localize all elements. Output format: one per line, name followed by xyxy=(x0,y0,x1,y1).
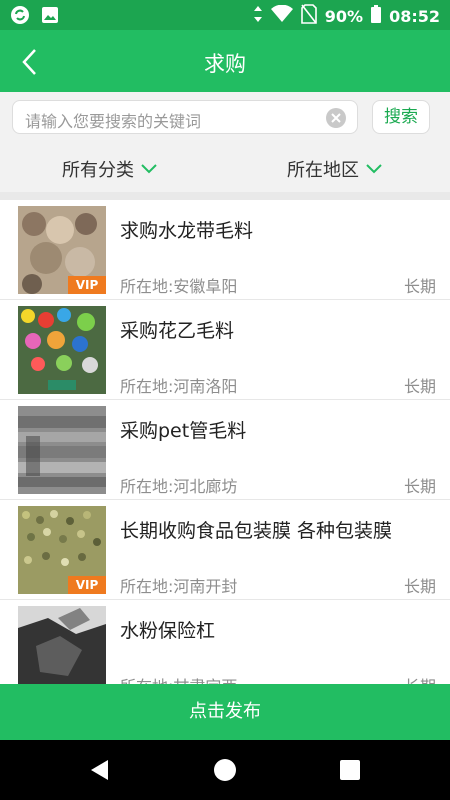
nav-back-icon[interactable] xyxy=(88,758,110,782)
search-bar: 请输入您要搜索的关键词 搜索 xyxy=(0,92,450,142)
sync-icon xyxy=(10,5,30,25)
vip-badge: VIP xyxy=(68,276,106,294)
page-title: 求购 xyxy=(204,52,246,76)
list-item[interactable]: VIP 长期收购食品包装膜 各种包装膜 所在地:河南开封 长期 xyxy=(0,500,450,600)
category-filter[interactable]: 所有分类 xyxy=(62,156,158,182)
list-item[interactable]: 采购pet管毛料 所在地:河北廊坊 长期 xyxy=(0,400,450,500)
wifi-icon xyxy=(270,4,293,27)
nav-home-icon[interactable] xyxy=(214,759,236,781)
app-header: 求购 xyxy=(0,30,450,92)
nav-recent-apps-icon[interactable] xyxy=(340,760,360,780)
no-sim-icon xyxy=(300,4,317,28)
list-item[interactable]: 水粉保险杠 所在地:甘肃定西 长期 xyxy=(0,600,450,684)
vip-badge: VIP xyxy=(68,576,106,594)
search-input[interactable]: 请输入您要搜索的关键词 xyxy=(12,100,358,134)
item-location: 所在地:河南开封 xyxy=(120,577,238,596)
filter-bar: 所有分类 所在地区 xyxy=(0,142,450,192)
item-thumbnail: VIP xyxy=(18,206,106,294)
item-title: 采购pet管毛料 xyxy=(120,420,247,442)
item-title: 水粉保险杠 xyxy=(120,620,216,642)
region-filter-label: 所在地区 xyxy=(287,160,359,181)
item-term: 长期 xyxy=(403,577,436,596)
list-item[interactable]: 采购花乙毛料 所在地:河南洛阳 长期 xyxy=(0,300,450,400)
item-term: 长期 xyxy=(403,377,436,396)
item-title: 采购花乙毛料 xyxy=(120,320,235,342)
request-list: VIP 求购水龙带毛料 所在地:安徽阜阳 长期 采购花乙毛料 所在地:河南洛阳 … xyxy=(0,200,450,684)
search-button[interactable]: 搜索 xyxy=(372,100,430,134)
item-title: 求购水龙带毛料 xyxy=(120,220,254,242)
system-nav-bar xyxy=(0,740,450,800)
item-term: 长期 xyxy=(404,673,436,684)
section-divider xyxy=(0,192,450,200)
battery-icon xyxy=(371,5,382,27)
data-transfer-icon xyxy=(253,5,263,27)
item-location: 所在地:河南洛阳 xyxy=(120,377,238,396)
battery-percent: 90% xyxy=(324,6,364,26)
item-thumbnail: VIP xyxy=(18,506,106,594)
status-bar: 90% 08:52 xyxy=(0,0,450,30)
clear-icon[interactable] xyxy=(325,107,347,129)
category-filter-label: 所有分类 xyxy=(62,160,134,181)
item-thumbnail xyxy=(18,306,106,394)
chevron-down-icon xyxy=(366,164,382,174)
item-location: 所在地:甘肃定西 xyxy=(120,673,237,684)
search-placeholder: 请输入您要搜索的关键词 xyxy=(25,112,202,131)
publish-button[interactable]: 点击发布 xyxy=(0,684,450,740)
image-icon xyxy=(40,5,60,25)
region-filter[interactable]: 所在地区 xyxy=(287,156,383,182)
item-term: 长期 xyxy=(403,277,436,296)
item-thumbnail xyxy=(18,406,106,494)
item-title: 长期收购食品包装膜 各种包装膜 xyxy=(120,520,393,542)
item-term: 长期 xyxy=(403,477,436,496)
clock: 08:52 xyxy=(389,6,440,26)
item-location: 所在地:安徽阜阳 xyxy=(120,277,238,296)
item-thumbnail xyxy=(18,606,106,684)
list-item[interactable]: VIP 求购水龙带毛料 所在地:安徽阜阳 长期 xyxy=(0,200,450,300)
chevron-down-icon xyxy=(141,164,157,174)
item-location: 所在地:河北廊坊 xyxy=(120,477,238,496)
